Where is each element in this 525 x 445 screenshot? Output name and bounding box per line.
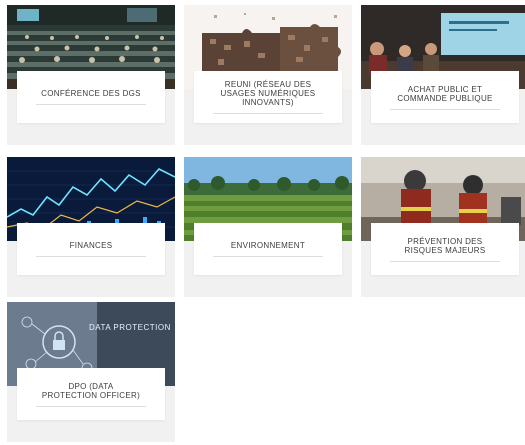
tile-label: PRÉVENTION DES RISQUES MAJEURS	[404, 236, 486, 255]
tile-label: CONFÉRENCE DES DGS	[41, 89, 141, 98]
label-divider	[390, 108, 500, 110]
tile-prevention-risques[interactable]: PRÉVENTION DES RISQUES MAJEURS	[361, 157, 525, 297]
tile-label: ENVIRONNEMENT	[230, 241, 306, 250]
tile-label: FINANCES	[69, 241, 113, 250]
tile-dpo[interactable]: DATA PROTECTION DPO (DATA PROTECTION OFF…	[7, 302, 175, 442]
tile-label-card: PRÉVENTION DES RISQUES MAJEURS	[371, 223, 519, 275]
tile-label-card: CONFÉRENCE DES DGS	[17, 71, 165, 123]
tile-label: DPO (DATA PROTECTION OFFICER)	[41, 381, 141, 400]
label-divider	[36, 405, 146, 407]
tile-conference-des-dgs[interactable]: CONFÉRENCE DES DGS	[7, 5, 175, 145]
tile-finances[interactable]: FINANCES	[7, 157, 175, 297]
tile-label: REUNI (RÉSEAU DES USAGES NUMÉRIQUES INNO…	[220, 80, 316, 107]
tile-reuni[interactable]: REUNI (RÉSEAU DES USAGES NUMÉRIQUES INNO…	[184, 5, 352, 145]
label-divider	[36, 104, 146, 105]
tile-label-card: ENVIRONNEMENT	[194, 223, 342, 275]
tile-label: ACHAT PUBLIC ET COMMANDE PUBLIQUE	[397, 84, 493, 103]
label-divider	[213, 256, 323, 257]
tile-label-card: ACHAT PUBLIC ET COMMANDE PUBLIQUE	[371, 71, 519, 123]
label-divider	[36, 256, 146, 257]
label-divider	[213, 113, 323, 114]
data-protection-image-text: DATA PROTECTION	[89, 323, 171, 332]
label-divider	[390, 260, 500, 262]
tile-label-card: DPO (DATA PROTECTION OFFICER)	[17, 368, 165, 420]
tile-label-card: REUNI (RÉSEAU DES USAGES NUMÉRIQUES INNO…	[194, 71, 342, 123]
tile-environnement[interactable]: ENVIRONNEMENT	[184, 157, 352, 297]
tile-achat-public[interactable]: ACHAT PUBLIC ET COMMANDE PUBLIQUE	[361, 5, 525, 145]
tile-label-card: FINANCES	[17, 223, 165, 275]
